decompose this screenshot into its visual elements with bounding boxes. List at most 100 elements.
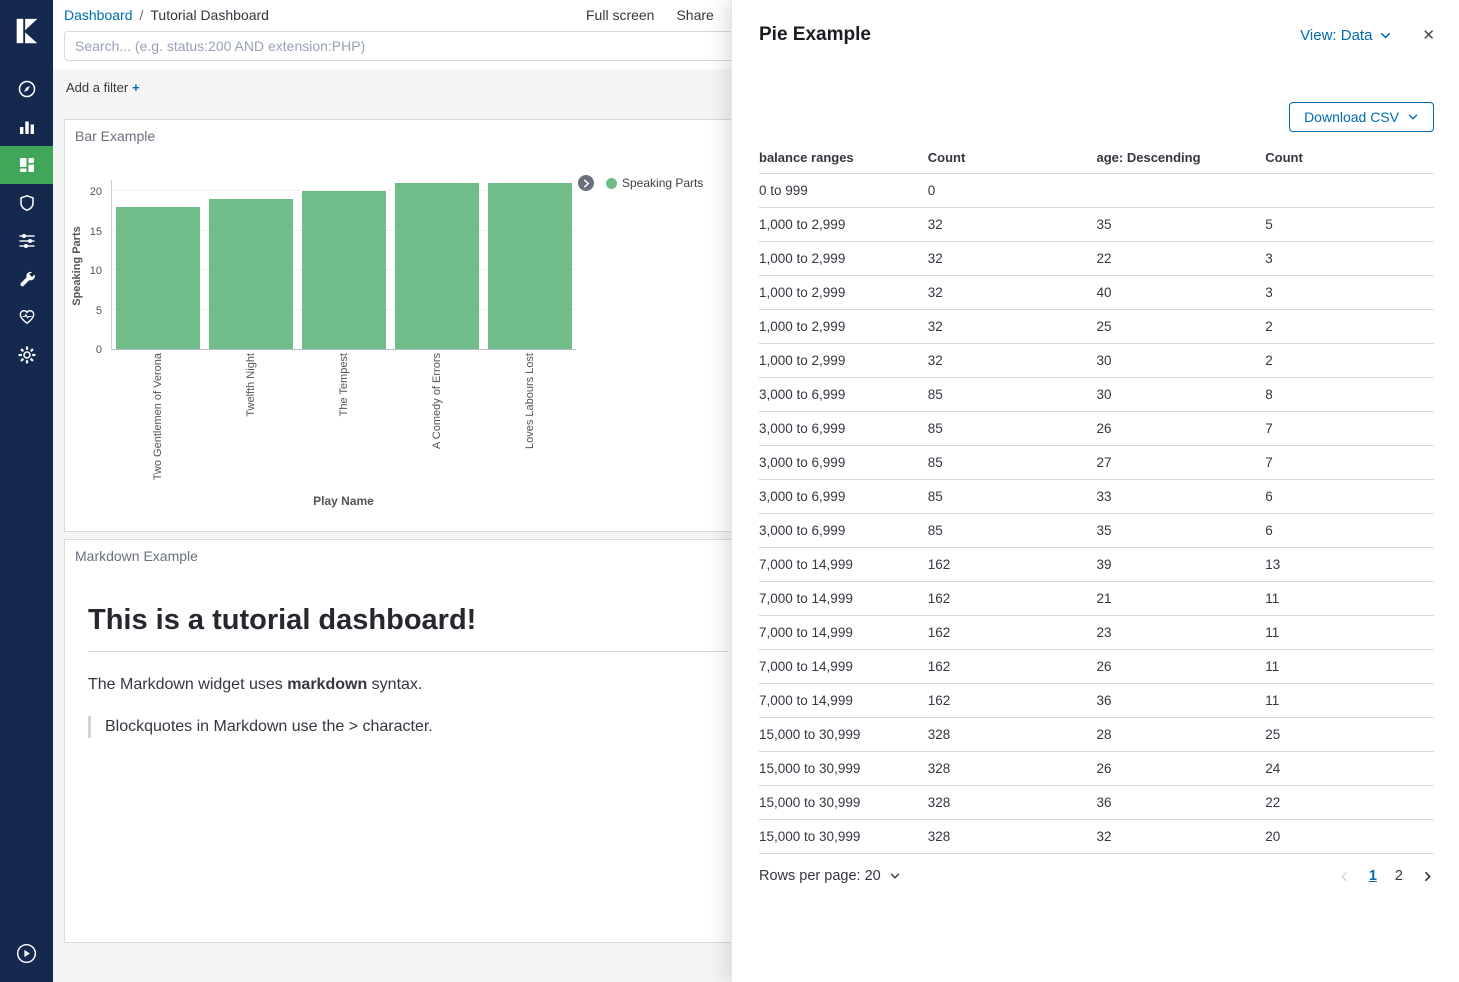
table-footer: Rows per page: 20 12 <box>759 868 1434 884</box>
legend-color-dot <box>606 178 617 189</box>
close-icon[interactable]: ✕ <box>1422 28 1435 43</box>
chevron-down-icon <box>889 870 901 882</box>
table-cell: 23 <box>1097 616 1266 650</box>
gear-icon <box>18 346 36 364</box>
table-cell: 7 <box>1265 412 1434 446</box>
y-tick-label: 5 <box>72 305 102 317</box>
sidebar-item-timelion[interactable] <box>0 222 53 260</box>
x-axis-labels: Two Gentlemen of Verona Twelfth Night The … <box>111 353 576 480</box>
table-cell: 20 <box>1265 820 1434 854</box>
table-cell: 25 <box>1265 718 1434 752</box>
x-tick-label: Two Gentlemen of Verona <box>152 353 164 480</box>
table-cell: 85 <box>928 480 1097 514</box>
table-cell: 32 <box>928 310 1097 344</box>
chevron-down-icon <box>1407 111 1419 123</box>
column-header: age: Descending <box>1097 142 1266 174</box>
y-axis: 05101520 <box>65 180 107 350</box>
view-data-toggle[interactable]: View: Data <box>1300 27 1392 44</box>
table-cell: 162 <box>928 582 1097 616</box>
bar-the-tempest[interactable] <box>302 191 386 349</box>
chart-legend: Speaking Parts <box>578 175 703 191</box>
sidebar-item-dev-tools[interactable] <box>0 260 53 298</box>
table-row: 1,000 to 2,99932403 <box>759 276 1434 310</box>
sidebar-item-management[interactable] <box>0 336 53 374</box>
table-cell: 5 <box>1265 208 1434 242</box>
pie-example-flyout: Pie Example View: Data ✕ Download CSV <box>731 0 1459 982</box>
markdown-blockquote: Blockquotes in Markdown use the > charac… <box>88 716 728 738</box>
table-cell <box>1097 174 1266 208</box>
table-cell: 162 <box>928 548 1097 582</box>
legend-expand-icon[interactable] <box>578 175 594 191</box>
breadcrumb-current: Tutorial Dashboard <box>150 7 269 23</box>
page-button-1[interactable]: 1 <box>1369 868 1377 884</box>
bar-loves-labours-lost[interactable] <box>488 183 572 349</box>
column-header: Count <box>1265 142 1434 174</box>
panel-title: Markdown Example <box>75 548 198 564</box>
heartbeat-icon <box>18 308 36 326</box>
table-cell: 7,000 to 14,999 <box>759 548 928 582</box>
table-cell: 35 <box>1097 208 1266 242</box>
table-cell: 3 <box>1265 276 1434 310</box>
bar-a-comedy-of-errors[interactable] <box>395 183 479 349</box>
download-csv-label: Download CSV <box>1304 109 1399 125</box>
x-tick-slot: Two Gentlemen of Verona <box>111 353 204 480</box>
table-cell: 162 <box>928 684 1097 718</box>
markdown-content: This is a tutorial dashboard! The Markdo… <box>88 604 728 738</box>
rows-per-page-dropdown[interactable]: Rows per page: 20 <box>759 868 901 884</box>
shield-icon <box>18 194 36 212</box>
global-nav <box>0 0 53 982</box>
table-cell: 11 <box>1265 616 1434 650</box>
table-cell: 40 <box>1097 276 1266 310</box>
download-csv-button[interactable]: Download CSV <box>1289 102 1434 132</box>
table-cell: 33 <box>1097 480 1266 514</box>
table-row: 15,000 to 30,9993283622 <box>759 786 1434 820</box>
table-cell: 1,000 to 2,999 <box>759 310 928 344</box>
add-filter-button[interactable]: Add a filter+ <box>66 80 140 95</box>
table-cell: 1,000 to 2,999 <box>759 208 928 242</box>
table-cell: 2 <box>1265 344 1434 378</box>
kibana-logo[interactable] <box>12 0 42 70</box>
page-button-2[interactable]: 2 <box>1395 868 1403 884</box>
table-cell: 328 <box>928 718 1097 752</box>
plus-icon: + <box>132 80 140 95</box>
table-row: 1,000 to 2,99932355 <box>759 208 1434 242</box>
legend-item[interactable]: Speaking Parts <box>606 176 703 190</box>
pagination-pages: 12 <box>1369 868 1403 884</box>
bar-twelfth-night[interactable] <box>209 199 293 349</box>
panel-title: Bar Example <box>75 128 155 144</box>
table-cell: 36 <box>1097 786 1266 820</box>
breadcrumb-dashboard-link[interactable]: Dashboard <box>64 7 133 23</box>
x-tick-slot: The Tempest <box>297 353 390 480</box>
table-cell: 328 <box>928 752 1097 786</box>
table-cell: 11 <box>1265 684 1434 718</box>
table-cell: 28 <box>1097 718 1266 752</box>
table-cell: 3,000 to 6,999 <box>759 378 928 412</box>
flyout-title: Pie Example <box>759 24 871 46</box>
table-cell: 30 <box>1097 344 1266 378</box>
table-row: 0 to 9990 <box>759 174 1434 208</box>
nav-collapse-button[interactable] <box>0 934 53 972</box>
sidebar-item-monitoring[interactable] <box>0 298 53 336</box>
y-tick-label: 20 <box>72 186 102 198</box>
table-cell: 3,000 to 6,999 <box>759 514 928 548</box>
bar-two-gentlemen-of-verona[interactable] <box>116 207 200 349</box>
x-tick-label: Twelfth Night <box>245 353 257 417</box>
table-cell: 0 <box>928 174 1097 208</box>
table-cell: 21 <box>1097 582 1266 616</box>
table-cell: 26 <box>1097 752 1266 786</box>
bars-row <box>112 180 576 349</box>
previous-page-icon[interactable] <box>1338 870 1351 883</box>
full-screen-button[interactable]: Full screen <box>586 7 654 23</box>
table-cell: 7,000 to 14,999 <box>759 582 928 616</box>
table-row: 15,000 to 30,9993282624 <box>759 752 1434 786</box>
sidebar-item-visualize[interactable] <box>0 108 53 146</box>
sidebar-item-dashboard[interactable] <box>0 146 53 184</box>
bar-example-panel: Bar Example Speaking Parts Speaking Part… <box>64 119 745 532</box>
table-cell: 15,000 to 30,999 <box>759 820 928 854</box>
next-page-icon[interactable] <box>1421 870 1434 883</box>
view-data-label: View: Data <box>1300 27 1372 44</box>
share-button[interactable]: Share <box>676 7 713 23</box>
table-row: 7,000 to 14,9991622311 <box>759 616 1434 650</box>
sidebar-item-discover[interactable] <box>0 70 53 108</box>
sidebar-item-shield[interactable] <box>0 184 53 222</box>
